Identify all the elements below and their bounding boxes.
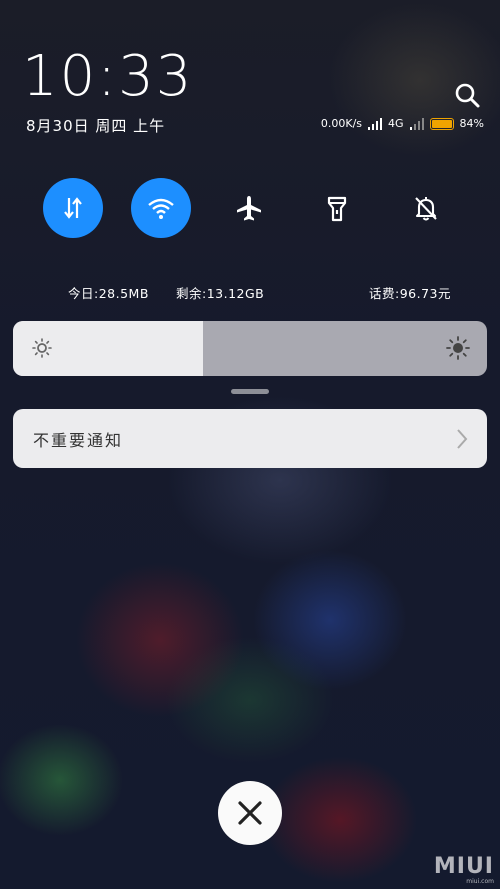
airplane-icon [237,196,261,221]
network-speed: 0.00K/s [320,117,363,130]
flashlight-icon [327,196,347,222]
miui-logo: MIUI [433,854,494,879]
bell-off-icon [415,197,437,221]
clock-time: 10:33 [22,44,194,109]
toggle-flashlight[interactable] [307,178,367,238]
wifi-icon [148,198,174,219]
unimportant-notifications[interactable]: 不重要通知 [13,409,487,468]
date-label: 8月30日 周四 上午 [26,117,166,135]
search-button[interactable] [452,80,484,112]
close-button[interactable] [218,781,282,845]
brightness-slider[interactable] [13,321,487,376]
toggle-airplane-mode[interactable] [219,178,279,238]
data-used-today: 今日:28.5MB [68,286,149,301]
status-bar: 0.00K/s 4G 84% [321,117,484,130]
phone-balance: 话费:96.73元 [369,286,451,301]
close-icon [238,801,262,825]
brightness-low-icon [32,338,52,358]
notification-label: 不重要通知 [33,430,124,450]
brightness-high-icon [446,336,470,360]
signal-icon [368,117,383,130]
data-arrows-icon [64,197,82,219]
search-icon [455,83,480,108]
battery-percent: 84% [459,117,484,130]
quick-toggles [0,178,500,240]
toggle-mute[interactable] [396,178,456,238]
signal-weak-icon [409,117,424,130]
battery-icon [429,117,454,130]
chevron-right-icon [457,429,468,449]
data-remaining: 剩余:13.12GB [176,286,265,301]
panel-drag-handle[interactable] [231,389,269,394]
miui-url: miui.com [466,878,494,885]
toggle-mobile-data[interactable] [43,178,103,238]
toggle-wifi[interactable] [131,178,191,238]
miui-watermark: MIUI miui.com [433,854,494,886]
network-type: 4G [388,117,404,130]
